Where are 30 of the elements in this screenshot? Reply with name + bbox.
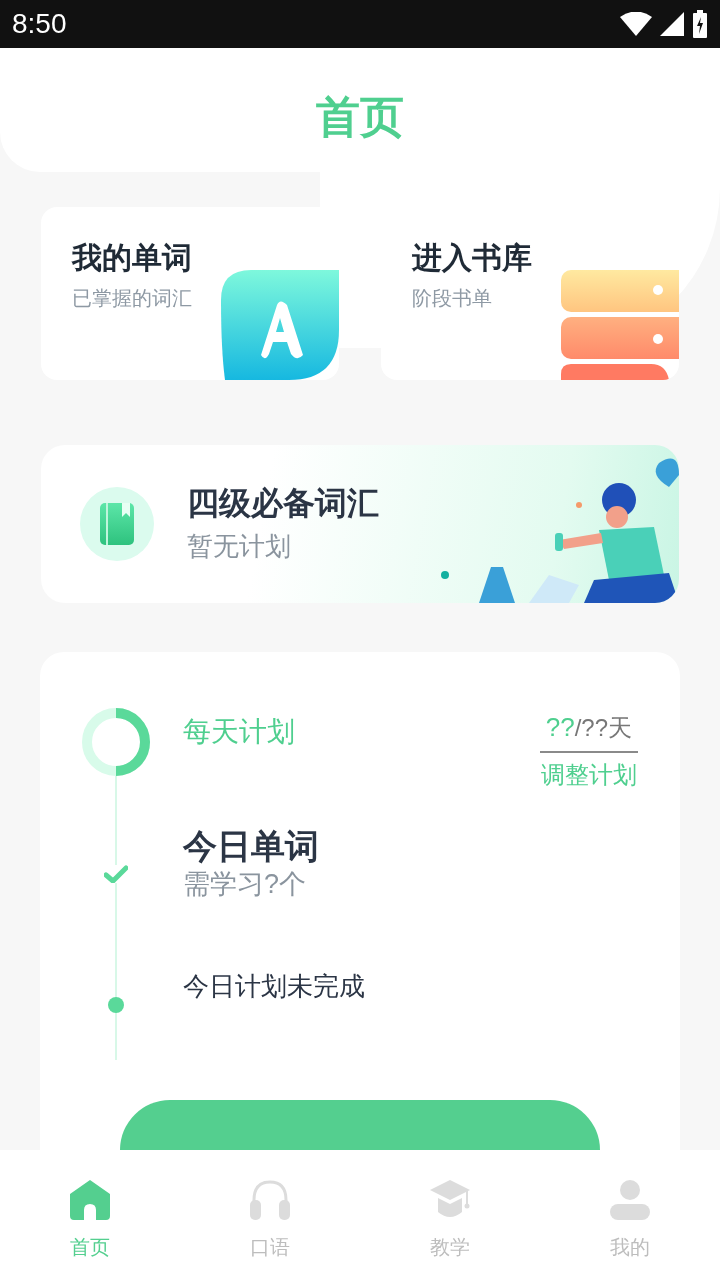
card-subtitle: 已掌握的词汇 [72, 285, 193, 311]
step-title: 今日单词 [183, 826, 319, 867]
shortcut-card[interactable]: 我的单词 已掌握的词汇 [41, 207, 339, 380]
card-title: 进入书库 [412, 239, 533, 277]
tab-bar-item[interactable]: 我的 [540, 1150, 720, 1280]
days-done: ?? [545, 712, 575, 742]
step-subtitle: 需学习?个 [183, 867, 308, 901]
wordbook-status: 暂无计划 [187, 529, 292, 563]
signal-icon [660, 12, 684, 36]
person-icon [610, 1180, 650, 1220]
card-subtitle: 阶段书单 [412, 285, 493, 311]
plan-label: 每天计划 [183, 715, 295, 749]
graduation-cap-icon [430, 1180, 470, 1220]
adjust-plan-link[interactable]: 调整计划 [540, 757, 637, 793]
card-title: 我的单词 [72, 239, 193, 277]
tab-bar-item[interactable]: 教学 [360, 1150, 540, 1280]
headphones-icon [250, 1180, 290, 1220]
tab-bar-item[interactable]: 口语 [180, 1150, 360, 1280]
wordbook-title: 四级必备词汇 [187, 483, 379, 523]
status-time: 8:50 [12, 7, 67, 41]
home-icon [70, 1180, 110, 1220]
wordbook-card[interactable]: 四级必备词汇 暂无计划 [41, 445, 679, 603]
step-title: 今日计划未完成 [183, 970, 365, 1004]
battery-icon [692, 10, 708, 38]
days-total: /??天 [574, 714, 632, 741]
book-icon [100, 503, 134, 545]
timeline-dot-icon [108, 997, 124, 1014]
tab-bar-item[interactable]: 首页 [0, 1150, 180, 1280]
page-title: 首页 [316, 91, 404, 143]
wifi-icon [620, 12, 652, 36]
